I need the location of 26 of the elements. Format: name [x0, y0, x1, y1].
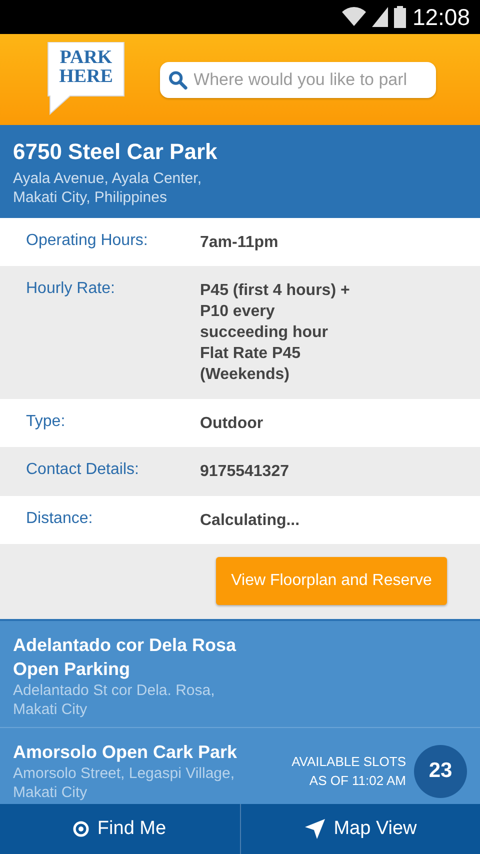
- detail-label: Type:: [26, 413, 66, 432]
- search-field[interactable]: Where would you like to parl: [160, 62, 436, 98]
- detail-value: Outdoor: [200, 414, 264, 434]
- slots-count: 23: [414, 744, 467, 798]
- detail-label: Operating Hours:: [26, 232, 149, 251]
- wifi-icon: [342, 7, 366, 27]
- detail-value: 9175541327: [200, 462, 289, 482]
- signal-icon: [372, 7, 388, 27]
- car-park-name: 6750 Steel Car Park: [13, 139, 218, 165]
- list-item-name: Amorsolo Open Cark Park: [13, 741, 238, 764]
- car-park-address: Ayala Avenue, Ayala Center, Makati City, Philippines: [13, 169, 202, 207]
- slots-label: AVAILABLE SLOTS AS OF 11:02 AM: [292, 753, 406, 790]
- search-icon: [168, 70, 188, 90]
- list-item-name: Adelantado cor Dela Rosa Open Parking: [13, 634, 238, 681]
- detail-label: Hourly Rate:: [26, 280, 116, 299]
- navigation-arrow-icon: [304, 818, 326, 840]
- detail-label: Contact Details:: [26, 461, 140, 480]
- clock-time: 12:08: [412, 4, 470, 30]
- list-item-address: Amorsolo Street, Legaspi Village, Makati City: [13, 764, 236, 802]
- detail-value: Calculating...: [200, 511, 300, 531]
- detail-value: P45 (first 4 hours) + P10 every succeeding hour Flat Rate P45 (Weekends): [200, 281, 350, 385]
- battery-icon: [394, 6, 406, 28]
- detail-label: Distance:: [26, 510, 94, 529]
- target-icon: [73, 821, 90, 837]
- list-item-address: Adelantado St cor Dela. Rosa, Makati City: [13, 681, 216, 719]
- detail-value: 7am-11pm: [200, 233, 278, 253]
